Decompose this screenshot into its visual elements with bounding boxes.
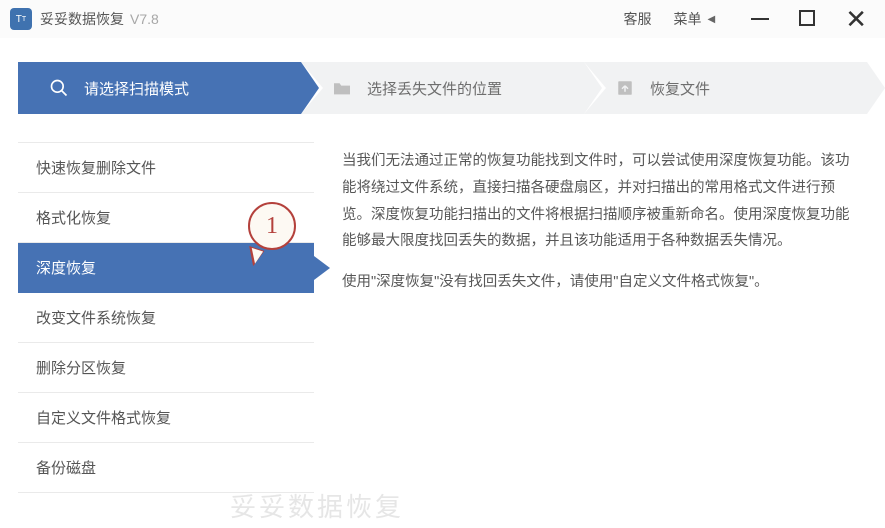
menu-dropdown[interactable]: 菜单 ◀ <box>674 9 716 29</box>
app-version: V7.8 <box>130 11 159 27</box>
sidebar-item-label: 格式化恢复 <box>36 207 111 228</box>
scan-mode-sidebar: 快速恢复删除文件 格式化恢复 深度恢复 改变文件系统恢复 删除分区恢复 自定义文… <box>18 142 314 493</box>
app-logo-icon: TT <box>10 8 32 30</box>
step-label: 恢复文件 <box>650 78 710 99</box>
step-recover-files[interactable]: 恢复文件 <box>584 62 867 114</box>
sidebar-item-label: 删除分区恢复 <box>36 357 126 378</box>
description-panel: 当我们无法通过正常的恢复功能找到文件时，可以尝试使用深度恢复功能。该功能将绕过文… <box>314 142 867 493</box>
description-paragraph-1: 当我们无法通过正常的恢复功能找到文件时，可以尝试使用深度恢复功能。该功能将绕过文… <box>342 148 861 255</box>
sidebar-item-label: 改变文件系统恢复 <box>36 307 156 328</box>
maximize-button[interactable] <box>799 8 815 30</box>
watermark-text: 妥妥数据恢复 <box>230 487 404 524</box>
step-bar: 请选择扫描模式 选择丢失文件的位置 恢复文件 <box>18 62 867 114</box>
sidebar-item-label: 快速恢复删除文件 <box>36 157 156 178</box>
restore-up-icon <box>614 79 636 97</box>
sidebar-item-deep-recover[interactable]: 深度恢复 <box>18 243 314 293</box>
sidebar-item-label: 深度恢复 <box>36 257 96 278</box>
title-bar: TT 妥妥数据恢复 V7.8 客服 菜单 ◀ ✕ <box>0 0 885 38</box>
description-paragraph-2: 使用"深度恢复"没有找回丢失文件，请使用"自定义文件格式恢复"。 <box>342 269 861 296</box>
sidebar-item-label: 备份磁盘 <box>36 457 96 478</box>
menu-label: 菜单 <box>674 9 702 29</box>
sidebar-item-delete-partition-recover[interactable]: 删除分区恢复 <box>18 343 314 393</box>
step-select-scan-mode[interactable]: 请选择扫描模式 <box>18 62 301 114</box>
sidebar-item-custom-format-recover[interactable]: 自定义文件格式恢复 <box>18 393 314 443</box>
step-label: 请选择扫描模式 <box>84 78 189 99</box>
app-title: 妥妥数据恢复 <box>40 9 124 29</box>
annotation-number: 1 <box>266 213 278 240</box>
step-label: 选择丢失文件的位置 <box>367 78 502 99</box>
annotation-callout: 1 <box>248 202 296 250</box>
folder-icon <box>331 80 353 96</box>
sidebar-item-label: 自定义文件格式恢复 <box>36 407 171 428</box>
step-select-location[interactable]: 选择丢失文件的位置 <box>301 62 584 114</box>
minimize-button[interactable] <box>751 8 769 30</box>
search-icon <box>48 78 70 98</box>
customer-service-link[interactable]: 客服 <box>624 9 652 29</box>
dropdown-triangle-icon: ◀ <box>708 14 716 25</box>
sidebar-item-filesystem-change-recover[interactable]: 改变文件系统恢复 <box>18 293 314 343</box>
sidebar-item-backup-disk[interactable]: 备份磁盘 <box>18 443 314 493</box>
sidebar-item-quick-delete-recover[interactable]: 快速恢复删除文件 <box>18 143 314 193</box>
close-button[interactable]: ✕ <box>845 6 867 32</box>
